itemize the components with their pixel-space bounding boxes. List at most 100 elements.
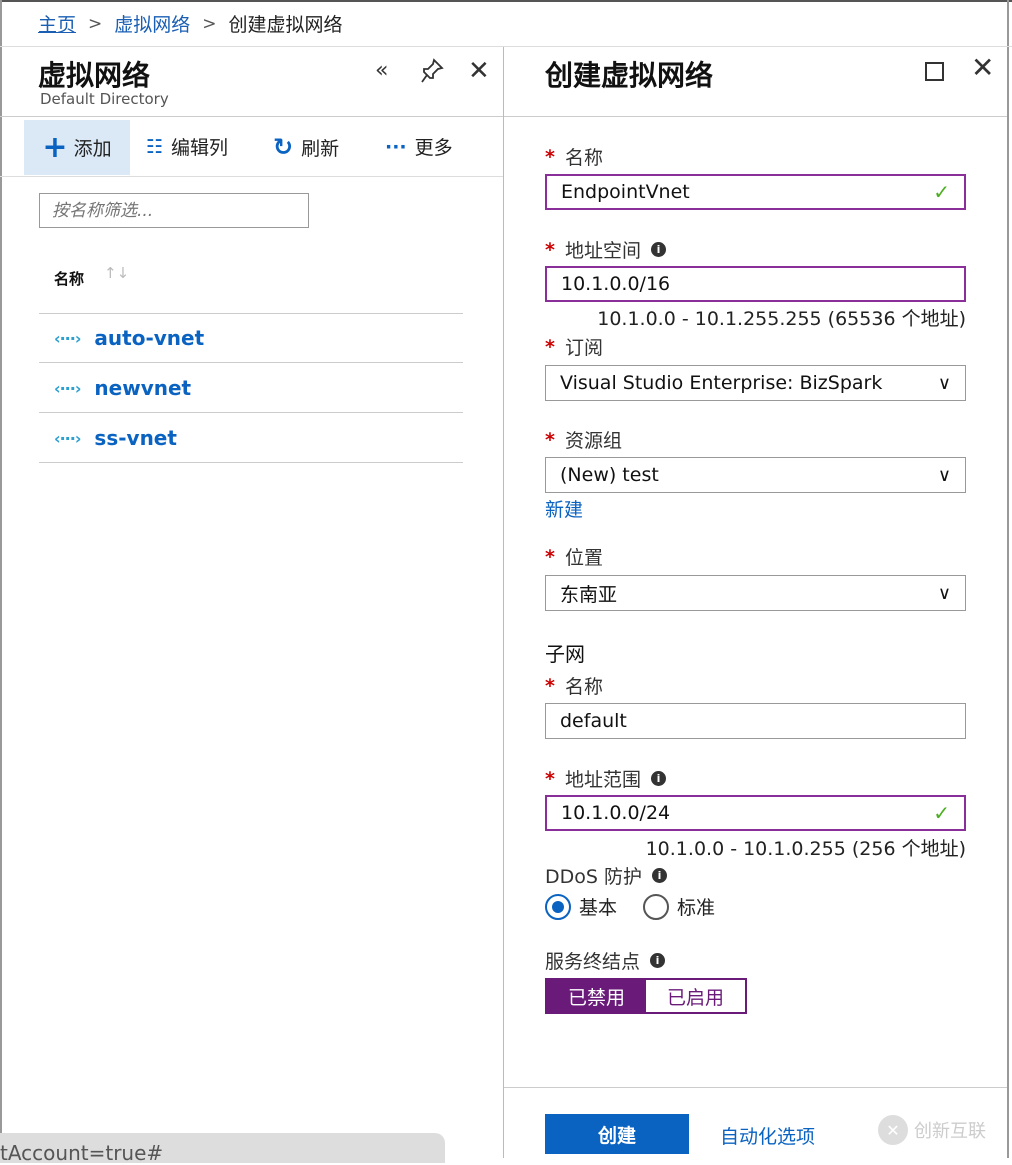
breadcrumb-home-link[interactable]: 主页 <box>38 10 76 37</box>
chevron-down-icon: ∨ <box>937 464 951 486</box>
breadcrumb: 主页 > 虚拟网络 > 创建虚拟网络 <box>38 10 343 37</box>
subscription-label: * 订阅 <box>545 333 603 360</box>
service-endpoints-label: 服务终结点 i <box>545 947 666 974</box>
required-mark: * <box>545 767 555 790</box>
row-divider <box>39 462 463 463</box>
breadcrumb-divider <box>0 46 1012 47</box>
subnet-name-label-text: 名称 <box>564 676 603 698</box>
enabled-option[interactable]: 已启用 <box>646 980 745 1012</box>
vnet-list-subtitle: Default Directory <box>40 90 169 108</box>
edit-columns-button[interactable]: ☷ 编辑列 <box>146 133 228 160</box>
create-vnet-title: 创建虚拟网络 <box>545 59 714 92</box>
disabled-option[interactable]: 已禁用 <box>547 980 646 1012</box>
check-icon: ✓ <box>933 801 950 825</box>
status-url-bar: tAccount=true# <box>0 1133 445 1165</box>
location-label-text: 位置 <box>564 547 603 569</box>
required-mark: * <box>545 545 555 568</box>
ddos-radio-group: 基本 标准 <box>545 893 715 920</box>
create-new-resource-group-link[interactable]: 新建 <box>545 495 583 522</box>
list-item[interactable]: ‹···› ss-vnet <box>54 418 177 458</box>
name-label-text: 名称 <box>564 147 603 169</box>
refresh-button[interactable]: ↻ 刷新 <box>273 133 339 161</box>
info-icon[interactable]: i <box>650 242 666 257</box>
virtual-network-icon: ‹···› <box>54 378 81 398</box>
resource-group-value: (New) test <box>560 464 659 486</box>
breadcrumb-vnet-link[interactable]: 虚拟网络 <box>114 10 190 37</box>
watermark: ✕ 创新互联 <box>878 1115 986 1145</box>
sort-icon[interactable]: ↑↓ <box>104 264 129 282</box>
subnet-range-field[interactable]: 10.1.0.0/24 ✓ <box>545 795 966 831</box>
left-blade-header-divider <box>0 116 503 117</box>
vnet-list-title: 虚拟网络 <box>38 59 151 92</box>
name-label: * 名称 <box>545 143 603 170</box>
list-item[interactable]: ‹···› auto-vnet <box>54 318 204 358</box>
resource-group-select[interactable]: (New) test ∨ <box>545 457 966 493</box>
chevron-down-icon: ∨ <box>937 372 951 394</box>
edit-columns-label: 编辑列 <box>171 137 229 159</box>
vnet-name-link[interactable]: auto-vnet <box>94 326 204 350</box>
ddos-label: DDoS 防护 i <box>545 862 667 889</box>
address-space-hint: 10.1.0.0 - 10.1.255.255 (65536 个地址) <box>597 308 966 330</box>
column-header-name[interactable]: 名称 <box>54 268 84 289</box>
automation-options-link[interactable]: 自动化选项 <box>720 1122 815 1149</box>
row-divider <box>39 362 463 363</box>
address-space-field[interactable]: 10.1.0.0/16 <box>545 266 966 302</box>
location-select[interactable]: 东南亚 ∨ <box>545 575 966 611</box>
filter-by-name-input[interactable] <box>39 193 309 228</box>
window-right-border <box>1007 0 1009 1158</box>
ddos-standard-radio[interactable] <box>643 893 670 920</box>
subnet-range-value: 10.1.0.0/24 <box>561 802 671 824</box>
vnet-name-link[interactable]: newvnet <box>94 376 191 400</box>
window-left-border <box>0 0 2 1158</box>
right-blade-header-divider <box>504 116 1007 117</box>
create-button[interactable]: 创建 <box>545 1114 689 1154</box>
virtual-network-icon: ‹···› <box>54 428 81 448</box>
info-icon[interactable]: i <box>650 953 666 968</box>
pin-icon[interactable] <box>420 58 444 90</box>
check-icon: ✓ <box>933 180 950 204</box>
row-divider <box>39 412 463 413</box>
columns-icon: ☷ <box>146 135 164 158</box>
ddos-label-text: DDoS 防护 <box>545 866 642 888</box>
chevron-down-icon: ∨ <box>937 582 951 604</box>
vnet-name-link[interactable]: ss-vnet <box>94 426 177 450</box>
more-button[interactable]: ··· 更多 <box>385 133 453 160</box>
location-label: * 位置 <box>545 543 603 570</box>
address-space-label: * 地址空间 i <box>545 236 666 263</box>
subnet-name-field[interactable]: default <box>545 703 966 739</box>
vnet-name-value: EndpointVnet <box>561 181 690 203</box>
ddos-basic-radio[interactable] <box>545 893 571 920</box>
add-button[interactable]: + 添加 <box>24 120 130 175</box>
refresh-label: 刷新 <box>301 137 340 160</box>
breadcrumb-separator: > <box>88 13 103 34</box>
plus-icon: + <box>42 129 68 165</box>
more-label: 更多 <box>414 137 453 159</box>
required-mark: * <box>545 428 555 451</box>
resource-group-label-text: 资源组 <box>564 430 622 452</box>
info-icon[interactable]: i <box>650 771 666 786</box>
subnet-range-label-text: 地址范围 <box>564 769 641 791</box>
required-mark: * <box>545 335 555 358</box>
window-top-border <box>0 0 1012 2</box>
breadcrumb-current: 创建虚拟网络 <box>228 14 343 36</box>
list-item[interactable]: ‹···› newvnet <box>54 368 191 408</box>
close-icon[interactable]: ✕ <box>468 56 490 86</box>
virtual-network-icon: ‹···› <box>54 328 81 348</box>
row-divider <box>39 313 463 314</box>
close-icon[interactable]: ✕ <box>971 54 994 82</box>
vnet-name-field[interactable]: EndpointVnet ✓ <box>545 174 966 210</box>
address-space-value: 10.1.0.0/16 <box>561 273 671 295</box>
subscription-label-text: 订阅 <box>564 337 603 359</box>
subnet-section-title: 子网 <box>545 642 585 666</box>
footer-divider <box>504 1087 1007 1088</box>
collapse-icon[interactable]: « <box>375 58 388 83</box>
required-mark: * <box>545 238 555 261</box>
subscription-select[interactable]: Visual Studio Enterprise: BizSpark ∨ <box>545 365 966 401</box>
subnet-range-label: * 地址范围 i <box>545 765 666 792</box>
breadcrumb-separator: > <box>202 13 217 34</box>
maximize-icon[interactable] <box>925 62 944 81</box>
toolbar-divider <box>0 176 503 177</box>
subnet-name-value: default <box>560 710 627 732</box>
info-icon[interactable]: i <box>652 868 667 883</box>
service-endpoints-label-text: 服务终结点 <box>545 951 641 973</box>
